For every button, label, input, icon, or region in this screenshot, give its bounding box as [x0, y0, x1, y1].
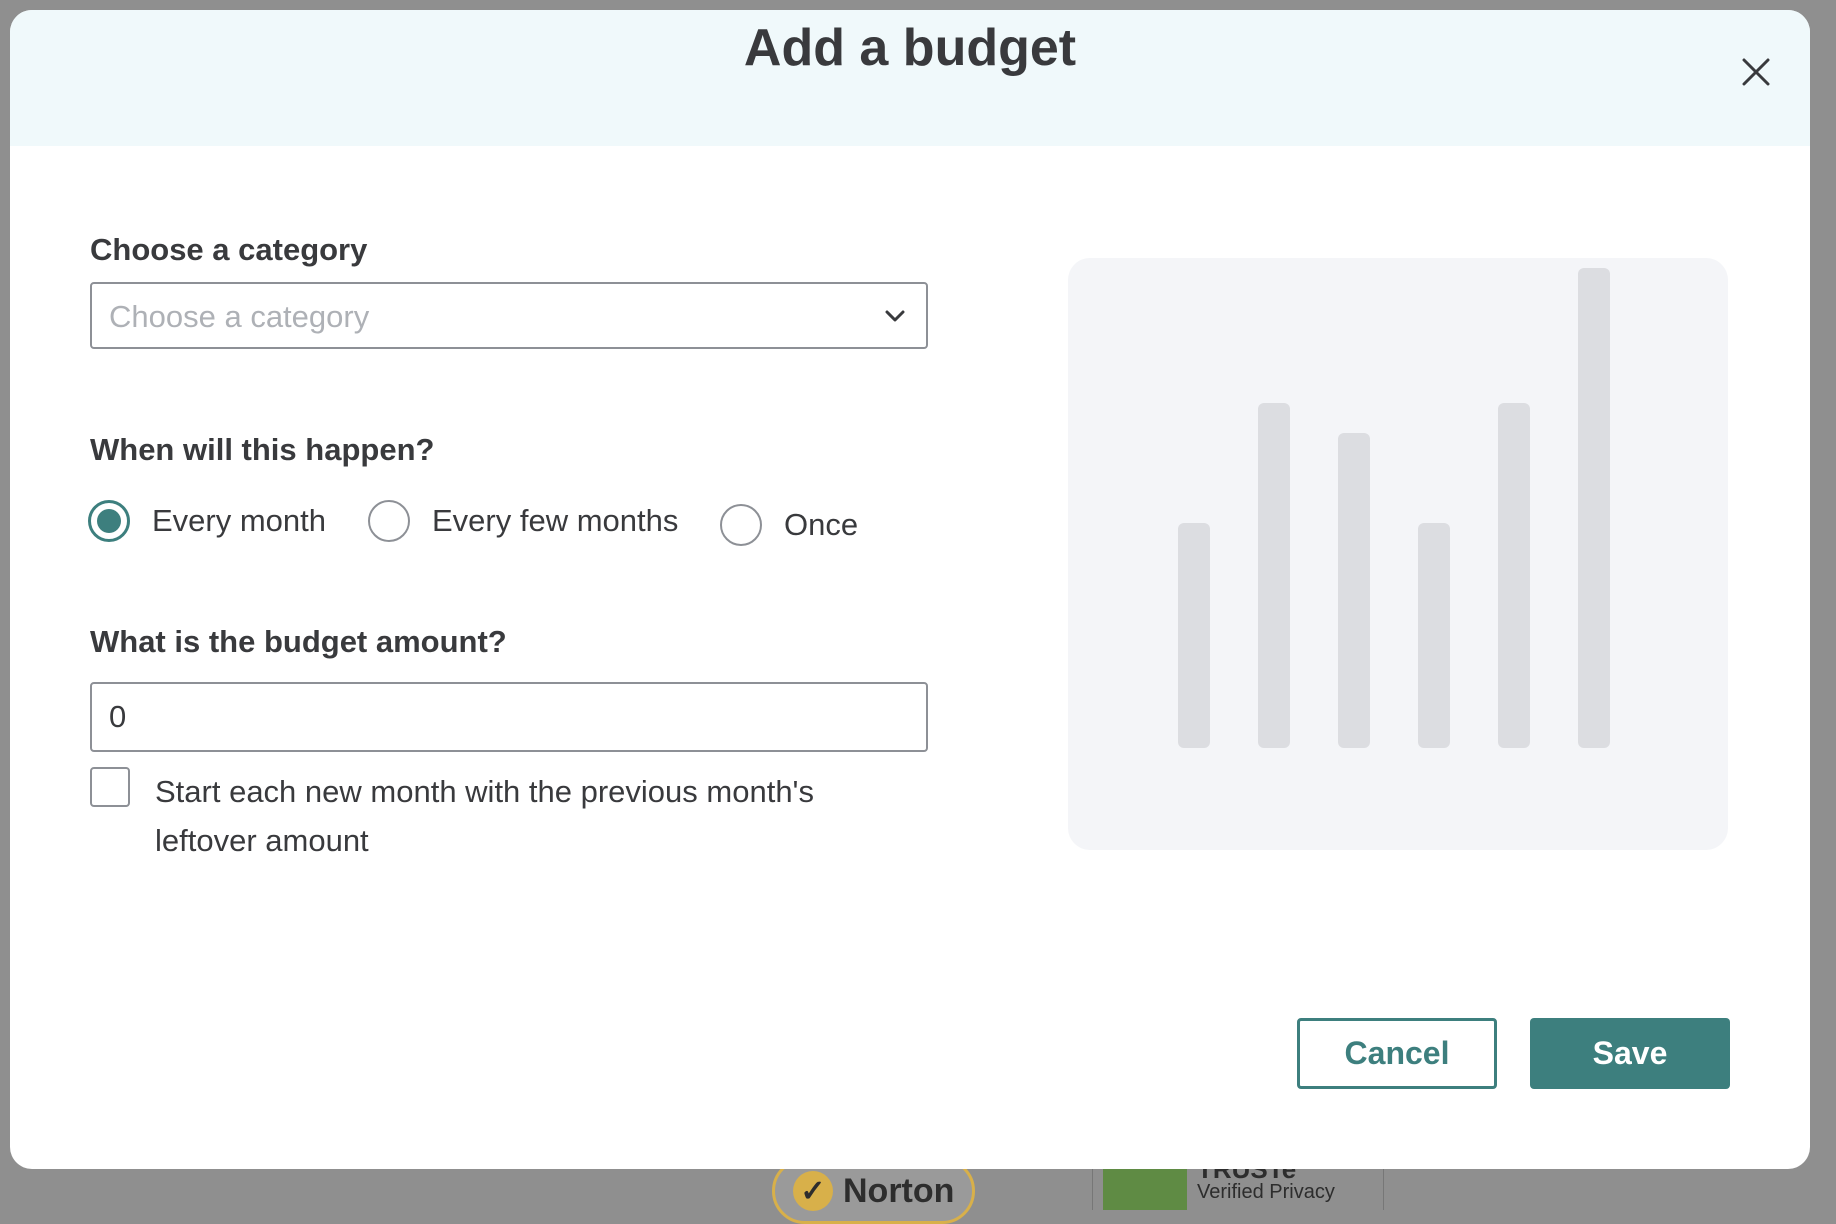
close-icon	[1742, 58, 1770, 86]
amount-label: What is the budget amount?	[90, 624, 507, 659]
chevron-down-icon	[885, 310, 905, 322]
norton-logo-text: Norton	[843, 1171, 955, 1210]
illustration-bar	[1498, 403, 1530, 748]
rollover-checkbox[interactable]	[90, 767, 130, 807]
category-select[interactable]: Choose a category	[90, 282, 928, 349]
budget-amount-input[interactable]	[90, 682, 928, 752]
bar-chart-illustration	[1178, 268, 1610, 748]
radio-circle[interactable]	[368, 500, 410, 542]
close-button[interactable]	[1732, 48, 1780, 96]
illustration-bar	[1578, 268, 1610, 748]
radio-label: Every few months	[432, 503, 679, 538]
radio-selected-dot	[97, 509, 121, 533]
save-button[interactable]: Save	[1530, 1018, 1730, 1089]
radio-circle[interactable]	[88, 500, 130, 542]
dialog-title: Add a budget	[743, 19, 1077, 77]
budget-illustration	[1068, 258, 1728, 850]
add-budget-dialog: Add a budget Choose a category Choose a …	[10, 10, 1810, 1169]
rollover-label: Start each new month with the previous m…	[155, 774, 814, 858]
illustration-bar	[1178, 523, 1210, 748]
radio-label: Once	[784, 507, 859, 542]
radio-label: Every month	[152, 503, 327, 538]
radio-circle[interactable]	[720, 504, 762, 546]
illustration-bar	[1338, 433, 1370, 748]
category-label: Choose a category	[90, 232, 368, 267]
illustration-bar	[1258, 403, 1290, 748]
radio-every-month[interactable]: Every month	[88, 500, 326, 542]
dialog-header: Add a budget	[10, 10, 1810, 146]
illustration-bar	[1418, 523, 1450, 748]
cancel-button[interactable]: Cancel	[1297, 1018, 1497, 1089]
category-placeholder: Choose a category	[109, 299, 370, 334]
radio-once[interactable]: Once	[720, 504, 858, 546]
checkmark-icon: ✓	[793, 1171, 833, 1211]
radio-every-few-months[interactable]: Every few months	[368, 500, 678, 542]
frequency-label: When will this happen?	[90, 432, 435, 467]
